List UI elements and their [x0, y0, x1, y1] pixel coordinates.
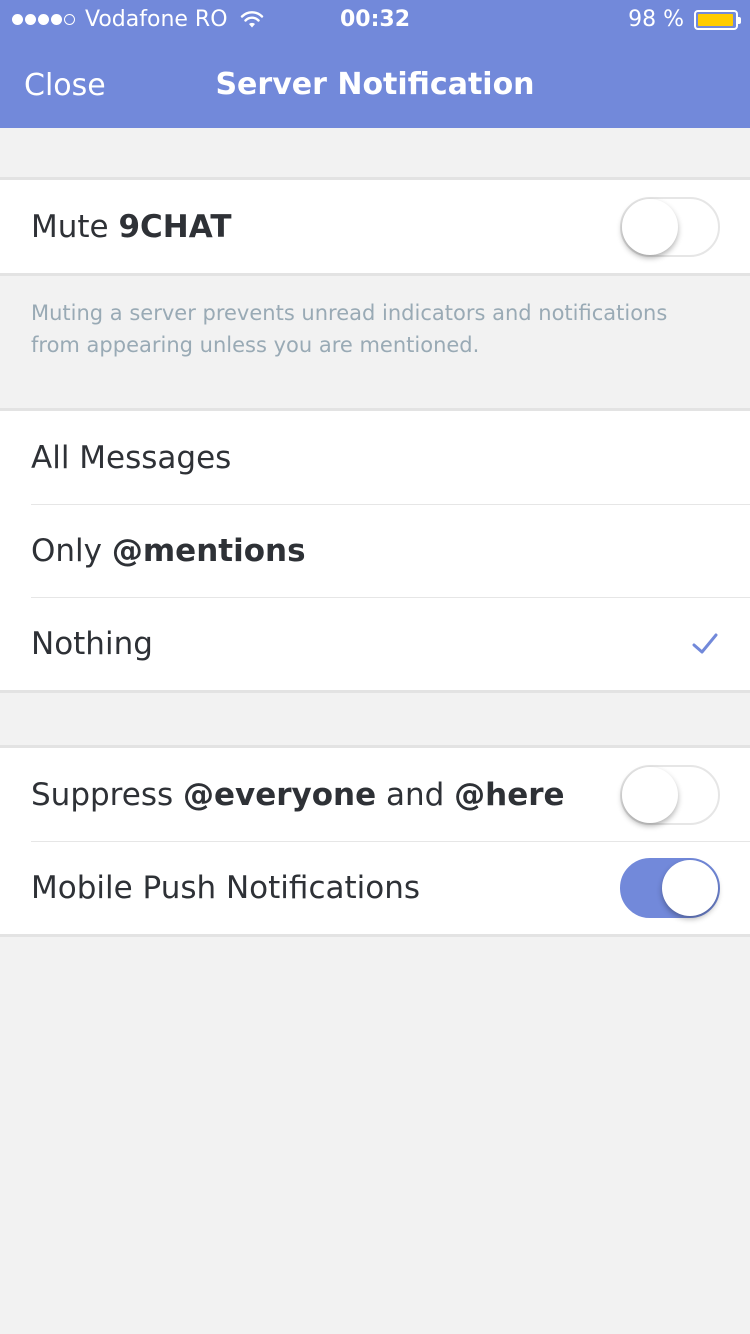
option-label: Nothing	[31, 625, 153, 662]
navigation-bar: Close Server Notification	[0, 40, 750, 128]
option-all-messages[interactable]: All Messages	[0, 411, 750, 504]
option-nothing[interactable]: Nothing	[0, 597, 750, 690]
notification-level-section: All Messages Only @mentions Nothing	[0, 408, 750, 693]
battery-icon	[694, 9, 741, 30]
extra-settings-section: Suppress @everyone and @here Mobile Push…	[0, 745, 750, 937]
mute-label: Mute 9CHAT	[31, 208, 232, 245]
status-bar: Vodafone RO 00:32 98 %	[0, 0, 750, 40]
suppress-everyone-toggle[interactable]	[620, 764, 720, 825]
mobile-push-row[interactable]: Mobile Push Notifications	[0, 841, 750, 934]
option-label: Only @mentions	[31, 532, 306, 569]
suppress-everyone-row[interactable]: Suppress @everyone and @here	[0, 748, 750, 841]
page-title: Server Notification	[215, 67, 535, 102]
mute-section: Mute 9CHAT	[0, 177, 750, 276]
server-name: 9CHAT	[118, 208, 232, 245]
battery-percentage: 98 %	[628, 7, 684, 32]
suppress-label: Suppress @everyone and @here	[31, 776, 565, 813]
option-label: All Messages	[31, 439, 232, 476]
mute-server-row[interactable]: Mute 9CHAT	[0, 180, 750, 273]
mute-server-toggle[interactable]	[620, 196, 720, 257]
toggle-knob	[622, 198, 678, 255]
toggle-knob	[662, 859, 718, 916]
checkmark-icon	[692, 633, 718, 653]
status-right: 98 %	[628, 7, 741, 32]
mobile-push-label: Mobile Push Notifications	[31, 869, 421, 906]
option-only-mentions[interactable]: Only @mentions	[0, 504, 750, 597]
top-bar: Vodafone RO 00:32 98 % Close Server Noti…	[0, 0, 750, 128]
mute-description: Muting a server prevents unread indicato…	[31, 301, 668, 357]
mobile-push-toggle[interactable]	[620, 857, 720, 918]
battery-fill	[698, 13, 734, 26]
toggle-knob	[622, 766, 678, 823]
